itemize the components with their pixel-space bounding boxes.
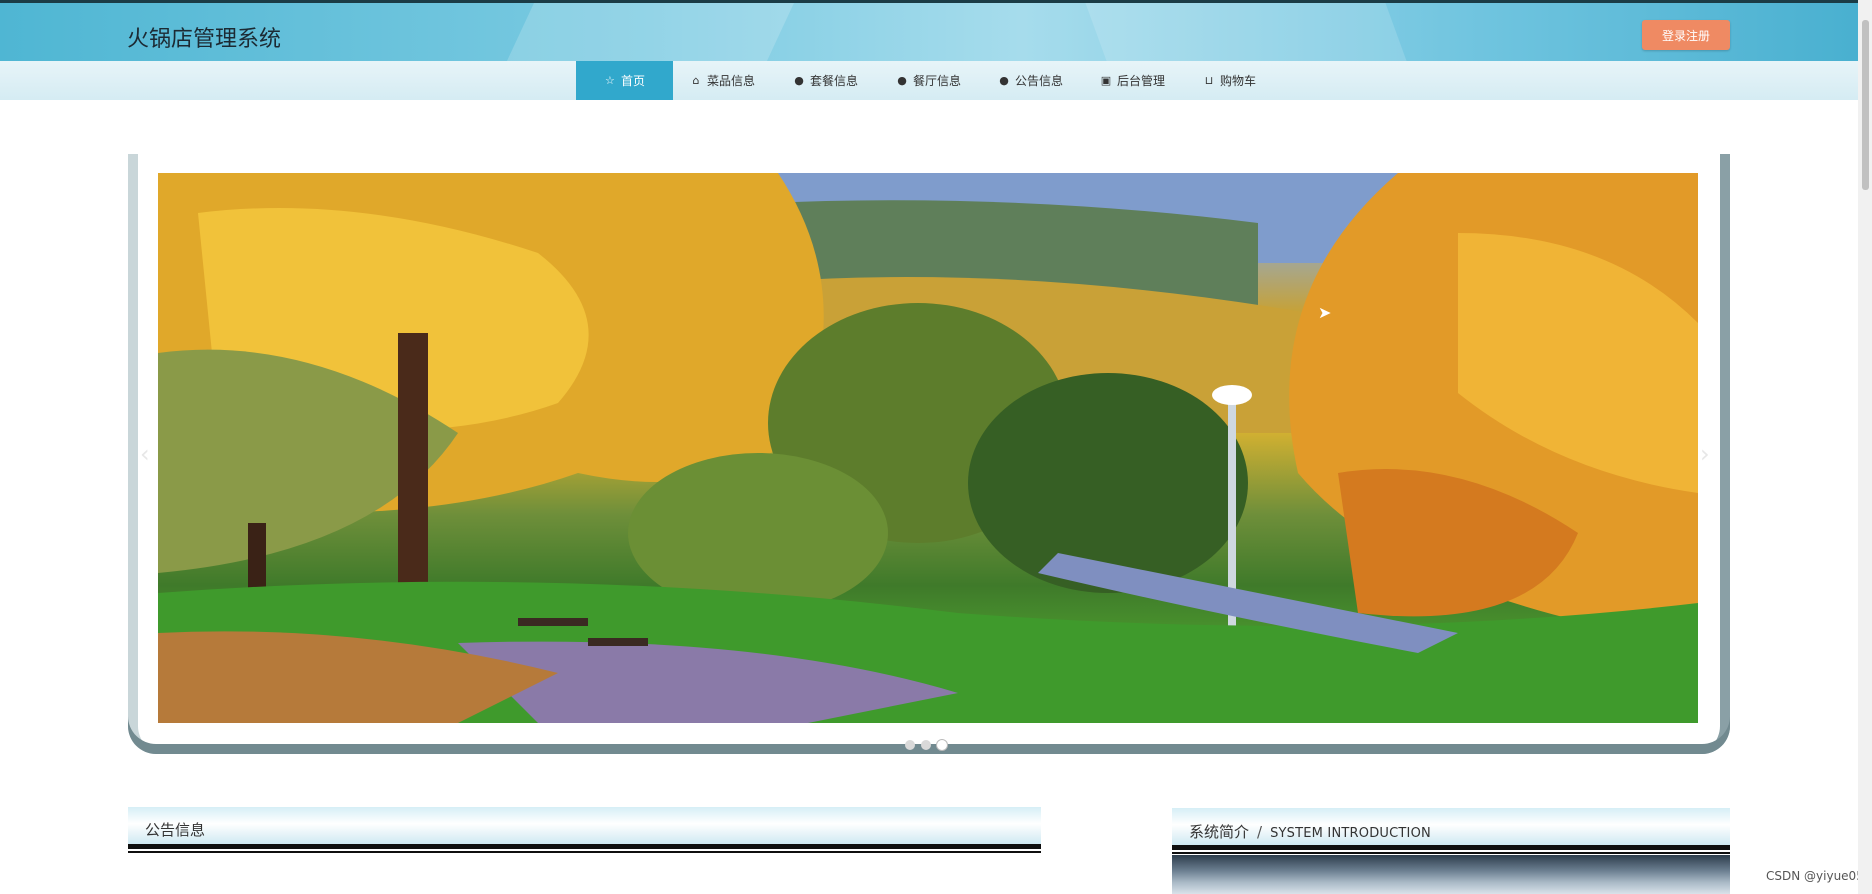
carousel-indicators	[905, 740, 947, 750]
star-icon: ☆	[605, 74, 615, 87]
nav-label: 后台管理	[1117, 74, 1166, 88]
nav-label: 购物车	[1220, 74, 1257, 88]
nav-item-cart[interactable]: ⊔ 购物车	[1203, 61, 1256, 100]
notice-section-header: 公告信息	[128, 807, 1041, 853]
store-icon: ▣	[1100, 74, 1112, 87]
scrollbar-thumb[interactable]	[1862, 20, 1869, 190]
main-nav: ☆ 首页 ⌂ 菜品信息 ● 套餐信息 ● 餐厅信息 ● 公告信息 ▣ 后台管理 …	[0, 61, 1858, 100]
nav-item-dishes[interactable]: ⌂ 菜品信息	[690, 61, 756, 100]
carousel-dot-2[interactable]	[921, 740, 931, 750]
info-circle-icon: ●	[999, 74, 1009, 87]
notice-section-title: 公告信息	[145, 821, 206, 839]
nav-label: 首页	[620, 74, 645, 88]
login-register-button[interactable]: 登录注册	[1642, 20, 1730, 50]
bag-icon: ⌂	[692, 74, 700, 87]
intro-title-en: SYSTEM INTRODUCTION	[1270, 826, 1431, 841]
banner-image[interactable]	[158, 173, 1698, 723]
cart-icon: ⊔	[1204, 74, 1214, 87]
nav-label: 餐厅信息	[913, 74, 962, 88]
autumn-park-image	[158, 173, 1698, 723]
watermark: CSDN @yiyue05	[1766, 869, 1864, 883]
intro-title-separator: /	[1257, 823, 1263, 841]
nav-item-restaurant[interactable]: ● 餐厅信息	[896, 61, 961, 100]
intro-image	[1172, 855, 1730, 894]
site-title: 火锅店管理系统	[127, 27, 282, 52]
nav-label: 公告信息	[1015, 74, 1064, 88]
carousel-dot-1[interactable]	[905, 740, 915, 750]
carousel-dot-3[interactable]	[937, 740, 947, 750]
nav-item-notices[interactable]: ● 公告信息	[998, 61, 1063, 100]
nav-item-combos[interactable]: ● 套餐信息	[793, 61, 858, 100]
mouse-cursor-icon: ➤	[1318, 303, 1332, 322]
nav-label: 套餐信息	[810, 74, 859, 88]
nav-item-admin[interactable]: ▣ 后台管理	[1100, 61, 1165, 100]
top-header: 火锅店管理系统 登录注册	[0, 0, 1858, 61]
intro-section-title: 系统简介 / SYSTEM INTRODUCTION	[1189, 821, 1431, 842]
intro-title-cn: 系统简介	[1189, 823, 1250, 841]
carousel-next-arrow[interactable]: ›	[1700, 440, 1720, 470]
intro-section-header: 系统简介 / SYSTEM INTRODUCTION	[1172, 808, 1730, 854]
question-circle-icon: ●	[897, 74, 907, 87]
nav-label: 菜品信息	[707, 74, 756, 88]
nav-item-home[interactable]: ☆ 首页	[576, 61, 673, 100]
carousel-prev-arrow[interactable]: ‹	[140, 440, 160, 470]
info-circle-icon: ●	[794, 74, 804, 87]
